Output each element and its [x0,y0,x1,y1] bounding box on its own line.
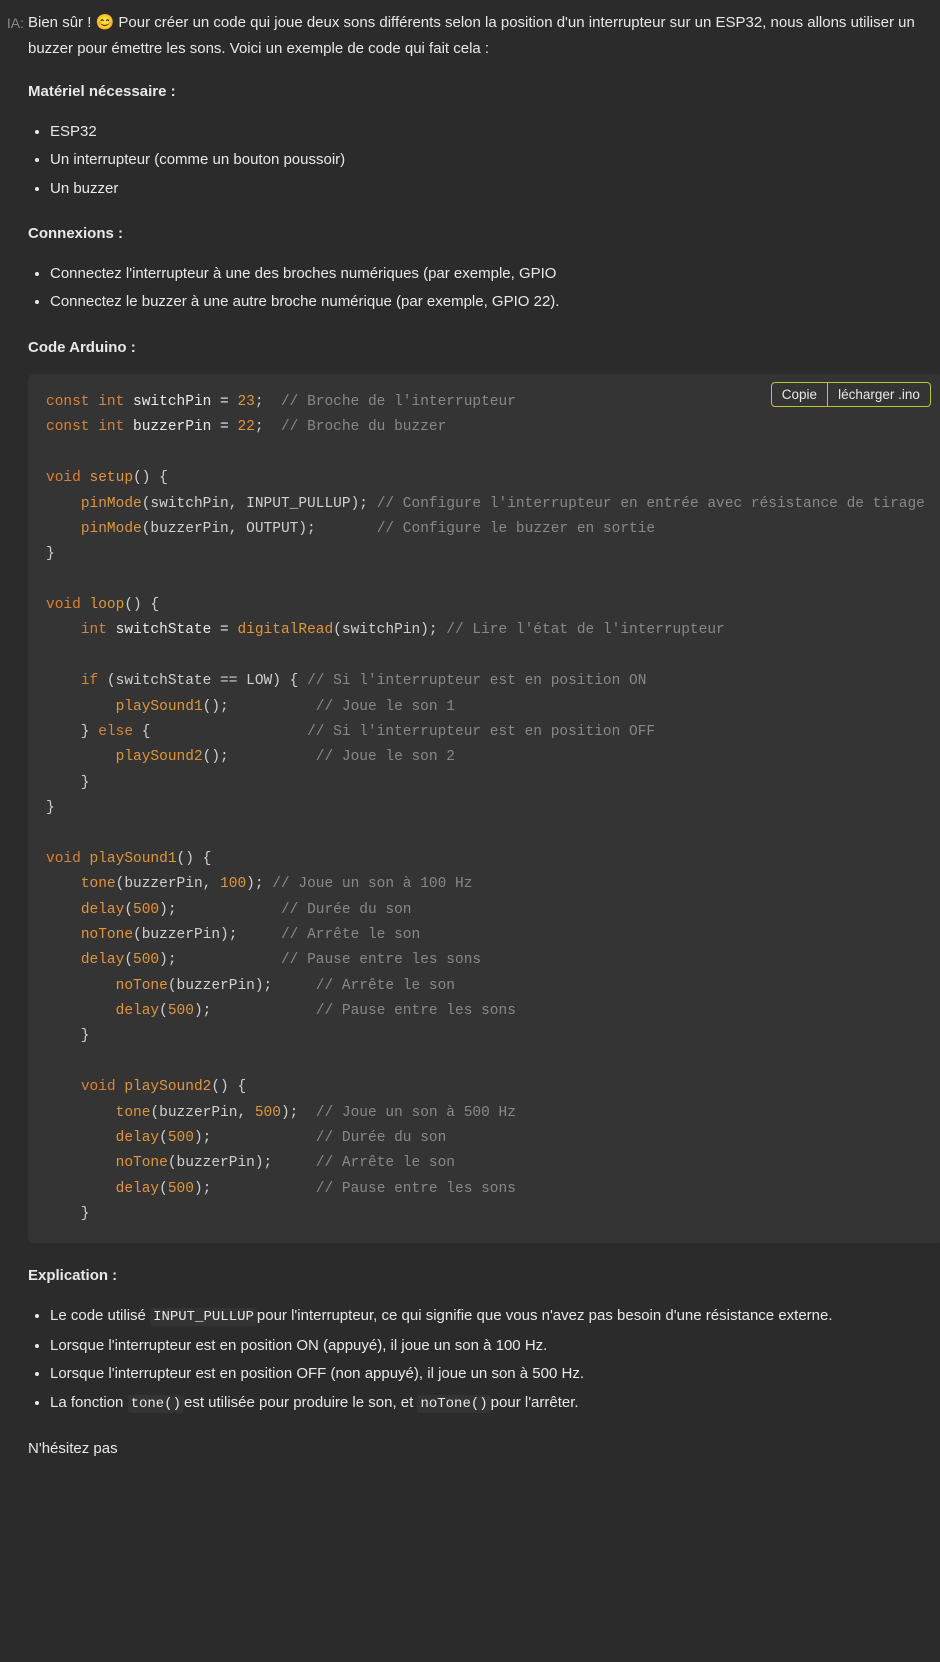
list-item: Le code utilisé INPUT_PULLUPpour l'inter… [50,1303,940,1330]
intro-paragraph: Bien sûr ! 😊 Pour créer un code qui joue… [28,10,940,61]
outro-text: N'hésitez pas [28,1436,940,1462]
intro-pre: Bien sûr ! [28,14,96,31]
list-item: Connectez l'interrupteur à une des broch… [50,261,940,287]
explication-list: Le code utilisé INPUT_PULLUPpour l'inter… [28,1303,940,1417]
code-block[interactable]: const int switchPin = 23; // Broche de l… [28,374,940,1243]
code-toolbar: Copie lécharger .ino [771,382,931,407]
assistant-message: IA: Bien sûr ! 😊 Pour créer un code qui … [0,10,922,1462]
copy-button[interactable]: Copie [771,382,828,407]
intro-post: Pour créer un code qui joue deux sons di… [28,14,915,57]
list-item: Un interrupteur (comme un bouton poussoi… [50,147,940,173]
list-item: ESP32 [50,119,940,145]
code-block-container: Copie lécharger .ino const int switchPin… [28,374,940,1243]
list-item: Connectez le buzzer à une autre broche n… [50,289,940,315]
list-item: Lorsque l'interrupteur est en position O… [50,1361,940,1387]
code-title: Code Arduino : [28,335,940,361]
list-item: La fonction tone()est utilisée pour prod… [50,1390,940,1417]
smile-emoji: 😊 [96,10,115,36]
materiel-list: ESP32Un interrupteur (comme un bouton po… [28,119,940,202]
connexions-list: Connectez l'interrupteur à une des broch… [28,261,940,315]
materiel-title: Matériel nécessaire : [28,79,940,105]
connexions-title: Connexions : [28,221,940,247]
download-ino-button[interactable]: lécharger .ino [828,382,931,407]
speaker-label: IA: [0,10,28,1462]
list-item: Lorsque l'interrupteur est en position O… [50,1333,940,1359]
message-content: Bien sûr ! 😊 Pour créer un code qui joue… [28,10,940,1462]
list-item: Un buzzer [50,176,940,202]
explication-title: Explication : [28,1263,940,1289]
